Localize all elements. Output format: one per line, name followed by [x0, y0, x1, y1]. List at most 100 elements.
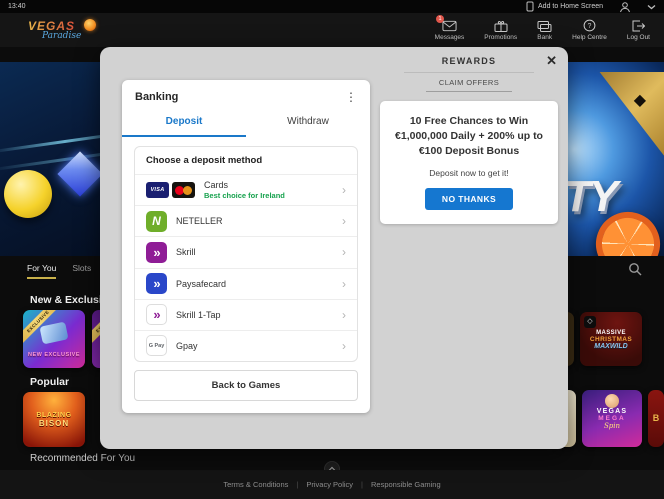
chevron-down-icon[interactable]	[647, 4, 656, 10]
paysafecard-icon: »	[146, 273, 167, 294]
game-title: NEW EXCLUSIVE	[23, 352, 85, 358]
phone-icon	[526, 1, 534, 12]
method-label: NETELLER	[176, 216, 333, 226]
tab-claim-offers[interactable]: CLAIM OFFERS	[426, 78, 512, 92]
gpay-icon: G Pay	[146, 335, 167, 356]
clock: 13:40	[8, 3, 26, 10]
method-label: Cards	[204, 180, 333, 190]
chevron-right-icon: ›	[342, 340, 346, 352]
banking-modal: Banking ⋮ Deposit Withdraw Choose a depo…	[122, 80, 370, 413]
help-icon: ?	[583, 19, 596, 32]
tab-slots[interactable]: Slots	[72, 263, 91, 279]
app-header: VEGAS Paradise 1 Messages Promotions Ban…	[0, 13, 664, 47]
diamond-badge-icon: ◇	[584, 316, 596, 328]
brand-logo[interactable]: VEGAS Paradise	[28, 20, 114, 41]
visa-icon: VISA	[146, 182, 169, 198]
footer-link-terms[interactable]: Terms & Conditions	[223, 480, 288, 489]
game-art	[39, 321, 68, 344]
deposit-method-skrill-1tap[interactable]: » Skrill 1-Tap ›	[135, 299, 357, 330]
chevron-right-icon: ›	[342, 309, 346, 321]
tab-deposit[interactable]: Deposit	[122, 109, 246, 137]
game-title-line: MAXWILD	[580, 343, 642, 350]
tab-for-you[interactable]: For You	[27, 263, 56, 279]
nav-help-centre[interactable]: ? Help Centre	[572, 19, 607, 41]
game-title-line: MEGA	[582, 415, 642, 422]
back-to-games-button[interactable]: Back to Games	[134, 370, 358, 401]
nav-messages-label: Messages	[435, 34, 465, 41]
method-label: Paysafecard	[176, 279, 333, 289]
footer-link-privacy[interactable]: Privacy Policy	[306, 480, 353, 489]
game-art	[605, 394, 619, 408]
chevron-right-icon: ›	[342, 278, 346, 290]
chevron-right-icon: ›	[342, 246, 346, 258]
brand-line1: VEGAS	[28, 20, 114, 32]
status-bar: 13:40 Add to Home Screen	[0, 0, 664, 13]
neteller-icon: N	[146, 211, 167, 232]
game-tile-partial[interactable]: B	[648, 390, 664, 447]
envelope-icon: 1	[442, 19, 457, 32]
method-label: Skrill 1-Tap	[176, 310, 333, 320]
account-icon[interactable]	[619, 1, 631, 13]
deposit-method-neteller[interactable]: N NETELLER ›	[135, 205, 357, 236]
nav-help-centre-label: Help Centre	[572, 34, 607, 41]
method-sublabel: Best choice for Ireland	[204, 191, 333, 200]
game-tile-massive-christmas[interactable]: ◇ MASSIVE CHRISTMAS MAXWILD	[580, 312, 642, 366]
cards-stack-icon	[537, 19, 552, 32]
deposit-method-gpay[interactable]: G Pay Gpay ›	[135, 330, 357, 361]
gift-icon	[494, 19, 508, 32]
offer-title: 10 Free Chances to Win €1,000,000 Daily …	[390, 114, 548, 160]
logout-icon	[631, 19, 645, 32]
messages-badge: 1	[436, 15, 444, 23]
divider	[404, 72, 534, 73]
footer-separator: |	[361, 480, 363, 489]
section-recommended: Recommended For You	[30, 453, 135, 464]
lemon-graphic	[4, 170, 52, 218]
hero-banner-right[interactable]: TY ◆	[564, 62, 664, 256]
header-nav: 1 Messages Promotions Bank ? Help Centre	[435, 19, 650, 41]
nav-messages[interactable]: 1 Messages	[435, 19, 465, 41]
offer-card: 10 Free Chances to Win €1,000,000 Daily …	[380, 101, 558, 224]
game-tile-vegas-mega[interactable]: VEGAS MEGA Spin	[582, 390, 642, 447]
no-thanks-button[interactable]: NO THANKS	[425, 188, 513, 210]
add-to-home-button[interactable]: Add to Home Screen	[526, 1, 603, 12]
rewards-title: REWARDS	[370, 56, 568, 66]
footer-link-responsible[interactable]: Responsible Gaming	[371, 480, 441, 489]
deposit-method-skrill[interactable]: » Skrill ›	[135, 236, 357, 267]
chevron-right-icon: ›	[342, 215, 346, 227]
game-title-line: CHRISTMAS	[580, 336, 642, 343]
game-title-line: BLAZING	[23, 412, 85, 419]
footer: Terms & Conditions | Privacy Policy | Re…	[0, 470, 664, 499]
section-popular: Popular	[30, 376, 69, 388]
logo-sun-icon	[84, 19, 96, 31]
kebab-menu-icon[interactable]: ⋮	[345, 91, 357, 103]
nav-promotions[interactable]: Promotions	[484, 19, 517, 41]
deposit-method-paysafecard[interactable]: » Paysafecard ›	[135, 268, 357, 299]
deposit-method-cards[interactable]: VISA Cards Best choice for Ireland ›	[135, 174, 357, 205]
nav-bank[interactable]: Bank	[537, 19, 552, 41]
game-tile-exclusive[interactable]: NEW EXCLUSIVE EXCLUSIVE	[23, 310, 85, 368]
search-icon[interactable]	[628, 262, 642, 276]
nav-log-out[interactable]: Log Out	[627, 19, 650, 41]
tab-withdraw[interactable]: Withdraw	[246, 109, 370, 137]
offer-subtitle: Deposit now to get it!	[390, 168, 548, 178]
nav-log-out-label: Log Out	[627, 34, 650, 41]
method-label: Gpay	[176, 341, 333, 351]
nav-promotions-label: Promotions	[484, 34, 517, 41]
chevron-right-icon: ›	[342, 184, 346, 196]
banking-tabs: Deposit Withdraw	[122, 109, 370, 137]
skrill-1tap-icon: »	[146, 304, 167, 325]
gold-ribbon	[572, 72, 664, 160]
banking-title: Banking	[135, 91, 178, 103]
footer-separator: |	[296, 480, 298, 489]
brand-line2: Paradise	[42, 32, 114, 41]
rewards-panel: REWARDS CLAIM OFFERS 10 Free Chances to …	[370, 47, 568, 224]
svg-text:?: ?	[588, 23, 592, 30]
deposit-method-list: Choose a deposit method VISA Cards Best …	[134, 146, 358, 362]
add-to-home-label: Add to Home Screen	[538, 3, 603, 10]
method-label: Skrill	[176, 247, 333, 257]
nav-bank-label: Bank	[537, 34, 552, 41]
game-tile-blazing-bison[interactable]: BLAZING BISON	[23, 392, 85, 447]
mastercard-icon	[172, 182, 195, 198]
skrill-icon: »	[146, 242, 167, 263]
banner-headline-fragment: TY	[564, 172, 616, 222]
